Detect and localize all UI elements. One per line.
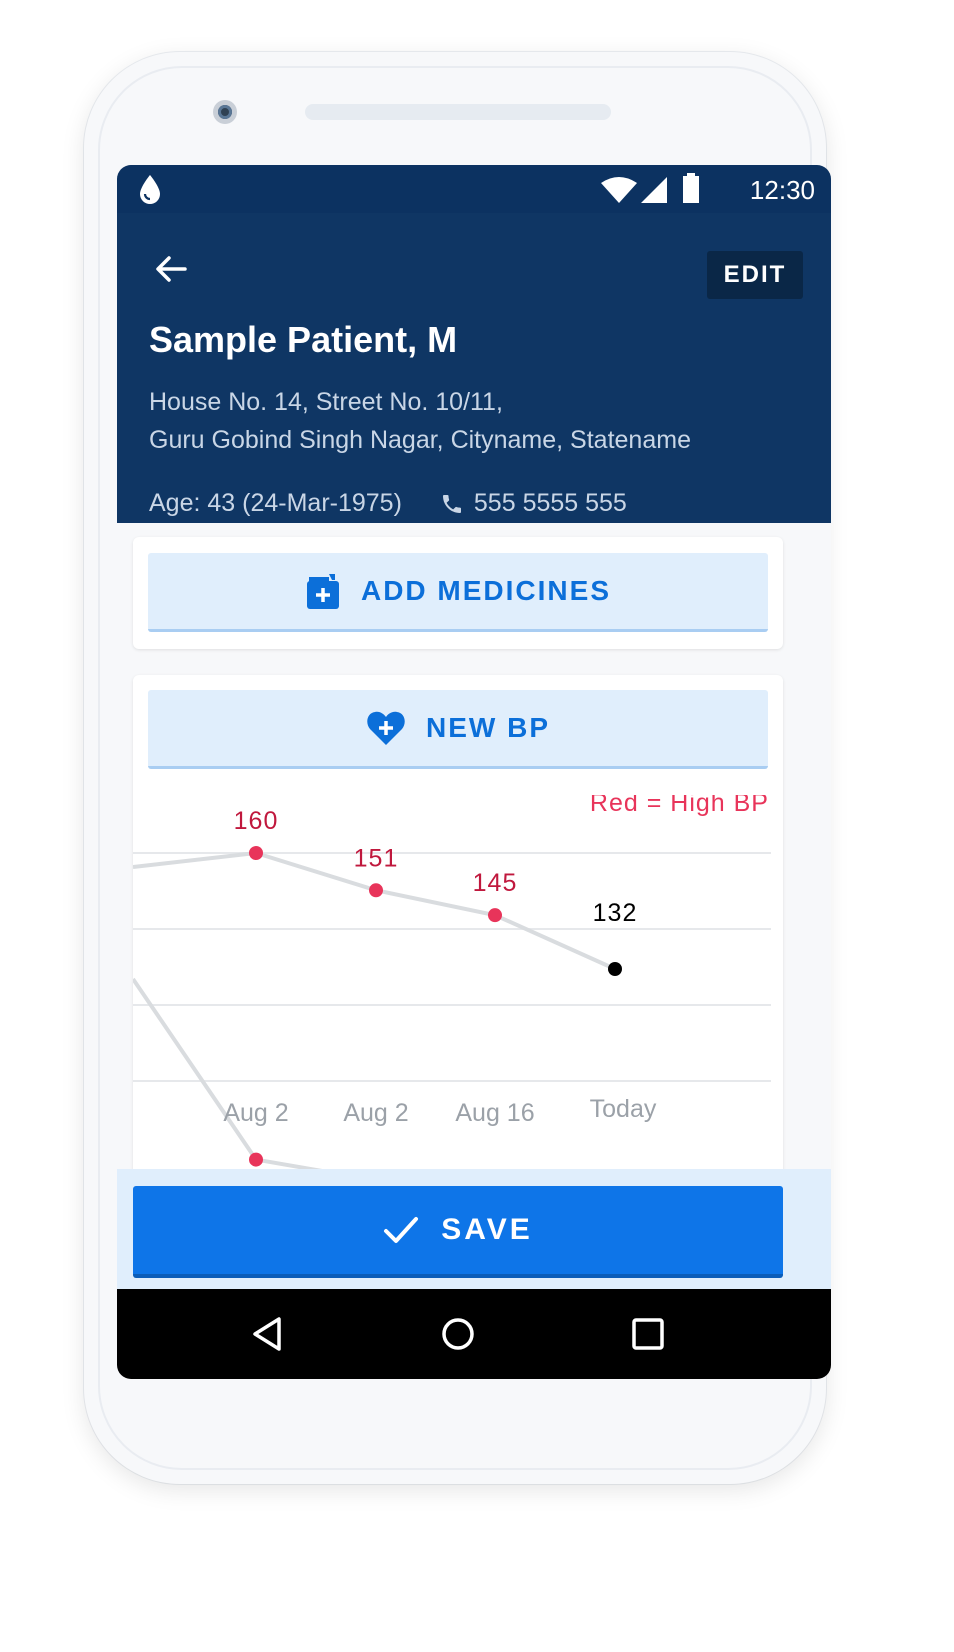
save-bar: SAVE xyxy=(117,1169,831,1289)
patient-age: Age: 43 (24-Mar-1975) xyxy=(149,489,402,517)
back-button[interactable] xyxy=(151,249,191,289)
arrow-left-icon xyxy=(156,256,187,282)
data-point xyxy=(249,1152,263,1167)
chart-legend-note: Red = High BP xyxy=(590,795,769,817)
content-area: ADD MEDICINES NEW BP Red = High BP 160 15… xyxy=(117,523,831,1175)
patient-header: EDIT Sample Patient, M House No. 14, Str… xyxy=(117,213,831,523)
patient-name: Sample Patient, M xyxy=(149,319,458,360)
edit-button[interactable]: EDIT xyxy=(707,251,803,299)
app-screen: 12:30 EDIT Sample Patient, M House No. 1… xyxy=(117,165,831,1379)
phone-icon xyxy=(442,494,461,513)
patient-address: House No. 14, Street No. 10/11, Guru Gob… xyxy=(149,383,691,459)
nav-home-icon[interactable] xyxy=(435,1311,481,1357)
signal-icon xyxy=(641,177,667,203)
phone-number: 555 5555 555 xyxy=(473,489,627,517)
save-label: SAVE xyxy=(441,1213,533,1246)
patient-phone[interactable]: 555 5555 555 xyxy=(440,489,627,518)
x-axis-label: Aug 2 xyxy=(343,1099,408,1127)
address-line-2: Guru Gobind Singh Nagar, Cityname, State… xyxy=(149,426,691,454)
drop-icon xyxy=(140,175,160,204)
data-point xyxy=(488,908,502,923)
data-label: 160 xyxy=(234,807,279,835)
patient-details: Age: 43 (24-Mar-1975) 555 5555 555 xyxy=(149,489,627,518)
speaker-grille xyxy=(305,104,611,120)
data-label: 151 xyxy=(354,844,399,872)
nav-recents-icon[interactable] xyxy=(625,1311,671,1357)
bp-chart: Red = High BP 16015114513286817264Aug 2A… xyxy=(133,795,771,1175)
data-point xyxy=(249,846,263,860)
status-time: 12:30 xyxy=(749,175,815,205)
medicines-card: ADD MEDICINES xyxy=(133,537,783,649)
wifi-icon xyxy=(601,177,637,203)
data-label: 145 xyxy=(473,869,518,897)
status-bar: 12:30 xyxy=(117,165,831,213)
address-line-1: House No. 14, Street No. 10/11, xyxy=(149,388,503,416)
battery-icon xyxy=(683,173,699,203)
new-bp-button[interactable]: NEW BP xyxy=(148,690,768,769)
android-nav-bar xyxy=(117,1289,831,1379)
camera-icon xyxy=(213,100,237,124)
new-bp-label: NEW BP xyxy=(426,712,550,743)
x-axis-label: Aug 16 xyxy=(455,1099,534,1127)
heart-plus-icon xyxy=(367,711,405,745)
x-axis-label: Today xyxy=(590,1095,657,1123)
add-medicines-label: ADD MEDICINES xyxy=(360,575,611,606)
check-icon xyxy=(384,1217,419,1243)
data-point xyxy=(369,883,383,898)
save-button[interactable]: SAVE xyxy=(133,1186,783,1278)
series-line xyxy=(133,977,358,1175)
blood-pressure-card: NEW BP Red = High BP 1601511451328681726… xyxy=(133,675,783,1175)
data-point xyxy=(608,962,622,976)
nav-back-icon[interactable] xyxy=(245,1311,291,1357)
add-medicines-button[interactable]: ADD MEDICINES xyxy=(148,553,768,632)
medicine-bottle-icon xyxy=(306,574,339,609)
data-label: 132 xyxy=(593,899,638,927)
x-axis-label: Aug 2 xyxy=(223,1099,288,1127)
